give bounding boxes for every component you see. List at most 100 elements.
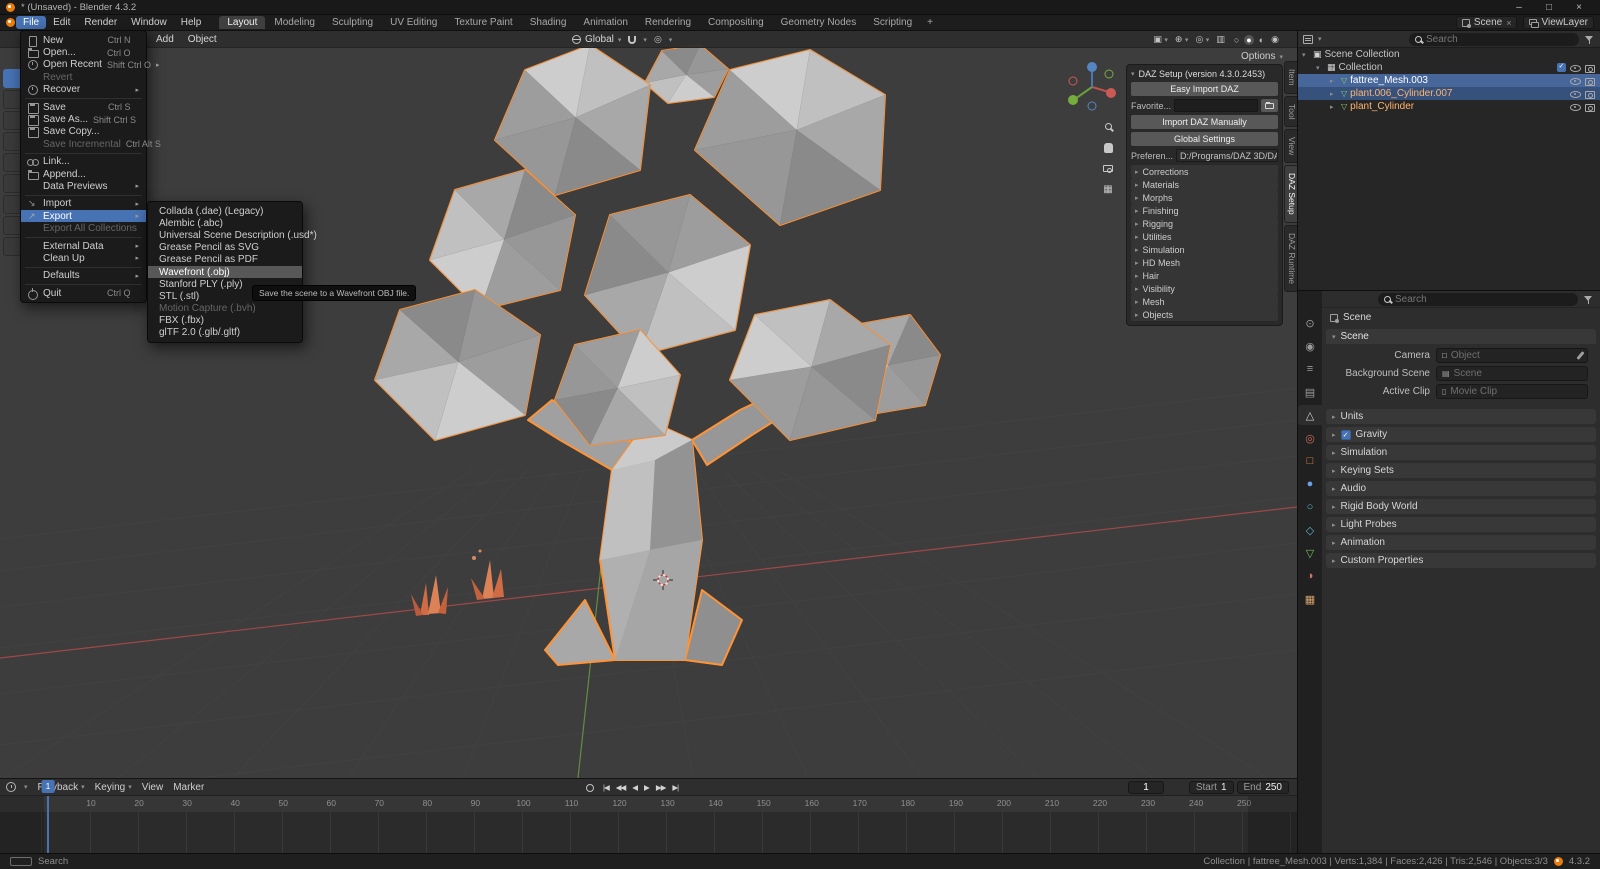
outliner-row[interactable]: ▸ plant_Cylinder	[1298, 100, 1600, 113]
file-menu-item[interactable]: Open Recent Shift Ctrl O ▸	[21, 59, 146, 71]
transport-button[interactable]: ▶|	[669, 782, 681, 793]
transport-button[interactable]: |◀	[600, 782, 612, 793]
shading-rendered-icon[interactable]: ◉	[1269, 34, 1281, 45]
workspace-tab[interactable]: Animation	[575, 16, 635, 29]
workspace-tab[interactable]: Geometry Nodes	[773, 16, 865, 29]
scene-panel-header[interactable]: ▾ Scene	[1326, 329, 1596, 344]
camera-view-icon[interactable]	[1100, 161, 1116, 176]
workspace-tab[interactable]: UV Editing	[382, 16, 445, 29]
snap-dropdown-icon[interactable]: ▾	[643, 36, 647, 44]
workspace-tab[interactable]: Texture Paint	[446, 16, 520, 29]
properties-section-header[interactable]: ▸ Animation	[1326, 535, 1596, 550]
transport-button[interactable]: ▶▶	[653, 782, 669, 793]
object-menu[interactable]: Object	[182, 33, 223, 46]
properties-tab[interactable]	[1298, 336, 1322, 356]
properties-tab[interactable]	[1298, 405, 1322, 425]
menubar-item[interactable]: Render	[77, 16, 124, 29]
properties-section-header[interactable]: ▸ Gravity	[1326, 427, 1596, 442]
workspace-tab[interactable]: Rendering	[637, 16, 699, 29]
blender-menu-logo-icon[interactable]	[6, 18, 15, 27]
menubar-item[interactable]: Edit	[46, 16, 77, 29]
export-menu-item[interactable]: Motion Capture (.bvh) ▸	[148, 303, 302, 315]
menubar-item[interactable]: File	[16, 16, 46, 29]
export-menu-item[interactable]: Grease Pencil as PDF ▸	[148, 254, 302, 266]
workspace-tab[interactable]: Shading	[522, 16, 575, 29]
export-menu-item[interactable]: Wavefront (.obj) ▸	[148, 266, 302, 278]
timeline-menu[interactable]: View▾	[140, 782, 166, 793]
auto-keying-icon[interactable]	[586, 784, 594, 792]
transform-orientation-dropdown[interactable]: Global ▾	[572, 34, 621, 45]
editor-type-dropdown-icon[interactable]: ▾	[1318, 35, 1322, 43]
export-menu-item[interactable]: Collada (.dae) (Legacy) ▸	[148, 205, 302, 217]
workspace-tab[interactable]: Sculpting	[324, 16, 381, 29]
properties-tab[interactable]	[1298, 359, 1322, 379]
timeline-ruler[interactable]: 1020304050607080901001101201301401501601…	[0, 796, 1297, 812]
shading-wireframe-icon[interactable]: ○	[1232, 35, 1241, 45]
properties-section-header[interactable]: ▸ Simulation	[1326, 445, 1596, 460]
hide-eye-icon[interactable]	[1569, 89, 1581, 99]
properties-tab[interactable]	[1298, 589, 1322, 609]
frame-end-field[interactable]: End250	[1237, 781, 1289, 794]
transport-button[interactable]: ▶	[641, 782, 652, 793]
plant-large[interactable]	[471, 550, 504, 601]
filter-icon[interactable]	[1583, 294, 1594, 305]
playhead-badge[interactable]: 1	[42, 780, 55, 793]
expand-icon[interactable]: ▸	[1330, 103, 1338, 111]
properties-tab[interactable]	[1298, 313, 1322, 333]
properties-tab[interactable]	[1298, 543, 1322, 563]
file-menu-item[interactable]: Import ▸	[21, 198, 146, 210]
browse-folder-button[interactable]	[1261, 99, 1278, 112]
outliner-row[interactable]: ▾ Collection	[1298, 61, 1600, 74]
file-menu-item[interactable]: Save Copy... ▸	[21, 126, 146, 138]
zoom-icon[interactable]	[1100, 119, 1116, 134]
properties-tab[interactable]	[1298, 474, 1322, 494]
import-daz-manually-button[interactable]: Import DAZ Manually	[1131, 115, 1278, 129]
sidebar-tab[interactable]: DAZ Runtime	[1284, 225, 1297, 292]
tool-options-dropdown[interactable]: Options▾	[1241, 51, 1283, 62]
current-frame-field[interactable]: 1	[1128, 781, 1164, 794]
file-menu-item[interactable]: Recover ▸	[21, 84, 146, 96]
sidebar-tab[interactable]: Item	[1284, 61, 1297, 94]
render-visibility-icon[interactable]	[1584, 63, 1595, 73]
daz-section-header[interactable]: ▸ Mesh	[1131, 295, 1278, 308]
id-picker-field[interactable]: Movie Clip	[1436, 384, 1588, 399]
properties-section-header[interactable]: ▸ Light Probes	[1326, 517, 1596, 532]
menubar-item[interactable]: Window	[124, 16, 174, 29]
shading-solid-icon[interactable]: ●	[1244, 35, 1253, 45]
properties-search-input[interactable]: Search	[1378, 293, 1578, 306]
file-menu-item[interactable]: Revert ▸	[21, 71, 146, 83]
render-visibility-icon[interactable]	[1584, 89, 1595, 99]
eyedropper-icon[interactable]	[1576, 351, 1584, 360]
close-button[interactable]: ×	[1564, 0, 1594, 15]
properties-section-header[interactable]: ▸ Units	[1326, 409, 1596, 424]
daz-section-header[interactable]: ▸ Rigging	[1131, 217, 1278, 230]
easy-import-daz-button[interactable]: Easy Import DAZ	[1131, 82, 1278, 96]
file-menu-item[interactable]: Defaults ▸	[21, 270, 146, 282]
ortho-grid-icon[interactable]: ▦	[1100, 182, 1116, 197]
properties-section-header[interactable]: ▸ Custom Properties	[1326, 553, 1596, 568]
timeline-track[interactable]	[0, 812, 1297, 853]
render-visibility-icon[interactable]	[1584, 102, 1595, 112]
export-menu-item[interactable]: Universal Scene Description (.usd*) ▸	[148, 229, 302, 241]
daz-section-header[interactable]: ▸ Finishing	[1131, 204, 1278, 217]
file-menu-item[interactable]: Save Incremental Ctrl Alt S ▸	[21, 138, 146, 150]
viewport-3d[interactable]: Add Object Global ▾ ▾ ◎ ▾ ▣ ▾ ⊕ ▾ ◎ ▾ ▥	[0, 31, 1297, 778]
export-menu-item[interactable]: Alembic (.abc) ▸	[148, 217, 302, 229]
file-menu-item[interactable]: Append... ▸	[21, 168, 146, 180]
exclude-checkbox-icon[interactable]	[1557, 63, 1566, 72]
export-menu-item[interactable]: FBX (.fbx) ▸	[148, 315, 302, 327]
outliner-search-input[interactable]: Search	[1409, 33, 1579, 46]
pan-hand-icon[interactable]	[1100, 140, 1116, 155]
file-menu-item[interactable]: Quit Ctrl Q ▸	[21, 287, 146, 299]
xray-toggle[interactable]: ▥	[1216, 34, 1225, 45]
unlink-scene-icon[interactable]: ×	[1506, 18, 1511, 28]
daz-section-header[interactable]: ▸ HD Mesh	[1131, 256, 1278, 269]
sidebar-tab[interactable]: DAZ Setup	[1284, 165, 1297, 223]
properties-section-header[interactable]: ▸ Rigid Body World	[1326, 499, 1596, 514]
hide-eye-icon[interactable]	[1569, 102, 1581, 112]
expand-icon[interactable]: ▸	[1330, 90, 1338, 98]
outliner-row[interactable]: ▸ plant.006_Cylinder.007	[1298, 87, 1600, 100]
file-menu-item[interactable]: Save Ctrl S ▸	[21, 101, 146, 113]
daz-section-header[interactable]: ▸ Utilities	[1131, 230, 1278, 243]
render-visibility-icon[interactable]	[1584, 76, 1595, 86]
